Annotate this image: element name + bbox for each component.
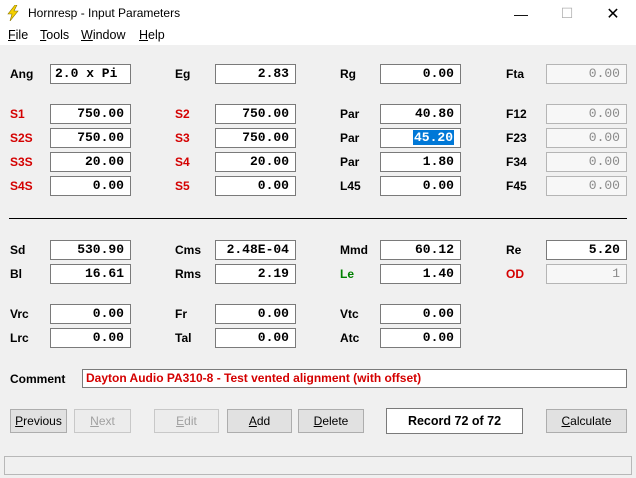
label-re: Re — [506, 243, 522, 257]
menu-bar: File Tools Window Help — [0, 27, 636, 45]
label-lrc: Lrc — [10, 331, 29, 345]
menu-help[interactable]: Help — [139, 28, 165, 42]
label-od: OD — [506, 267, 524, 281]
label-s5: S5 — [175, 179, 190, 193]
label-mmd: Mmd — [340, 243, 368, 257]
status-bar — [4, 456, 632, 475]
par3-field[interactable]: 1.80 — [380, 152, 461, 172]
par2-selected-text: 45.20 — [412, 130, 454, 145]
label-par-3: Par — [340, 155, 360, 169]
label-s3: S3 — [175, 131, 190, 145]
l45-field[interactable]: 0.00 — [380, 176, 461, 196]
f23-field: 0.00 — [546, 128, 627, 148]
s3s-field[interactable]: 20.00 — [50, 152, 131, 172]
label-f34: F34 — [506, 155, 527, 169]
ang-field[interactable]: 2.0 x Pi — [50, 64, 131, 84]
bl-field[interactable]: 16.61 — [50, 264, 131, 284]
window-title: Hornresp - Input Parameters — [28, 6, 181, 20]
od-field[interactable]: 1 — [546, 264, 627, 284]
label-s3s: S3S — [10, 155, 33, 169]
label-rms: Rms — [175, 267, 202, 281]
calculate-button[interactable]: Calculate — [546, 409, 627, 433]
previous-button[interactable]: Previous — [10, 409, 67, 433]
label-rg: Rg — [340, 67, 356, 81]
record-indicator: Record 72 of 72 — [386, 408, 523, 434]
next-button-label: Next — [90, 414, 115, 428]
label-fr: Fr — [175, 307, 187, 321]
label-sd: Sd — [10, 243, 26, 257]
label-s2: S2 — [175, 107, 190, 121]
comment-field[interactable]: Dayton Audio PA310-8 - Test vented align… — [82, 369, 627, 388]
s4s-field[interactable]: 0.00 — [50, 176, 131, 196]
mmd-field[interactable]: 60.12 — [380, 240, 461, 260]
s1-field[interactable]: 750.00 — [50, 104, 131, 124]
f34-field: 0.00 — [546, 152, 627, 172]
s2-field[interactable]: 750.00 — [215, 104, 296, 124]
fta-field: 0.00 — [546, 64, 627, 84]
maximize-button[interactable]: ☐ — [544, 0, 590, 27]
title-bar: Hornresp - Input Parameters — ☐ ✕ — [0, 0, 636, 27]
next-button: Next — [74, 409, 131, 433]
label-s2s: S2S — [10, 131, 33, 145]
tal-field[interactable]: 0.00 — [215, 328, 296, 348]
edit-button-label: Edit — [176, 414, 197, 428]
cms-field[interactable]: 2.48E-04 — [215, 240, 296, 260]
vtc-field[interactable]: 0.00 — [380, 304, 461, 324]
f12-field: 0.00 — [546, 104, 627, 124]
label-bl: Bl — [10, 267, 22, 281]
s3-field[interactable]: 750.00 — [215, 128, 296, 148]
edit-button: Edit — [154, 409, 219, 433]
par1-field[interactable]: 40.80 — [380, 104, 461, 124]
label-s1: S1 — [10, 107, 25, 121]
le-field[interactable]: 1.40 — [380, 264, 461, 284]
menu-file[interactable]: File — [8, 28, 28, 42]
section-divider — [9, 218, 627, 219]
label-l45: L45 — [340, 179, 361, 193]
lrc-field[interactable]: 0.00 — [50, 328, 131, 348]
label-atc: Atc — [340, 331, 360, 345]
eg-field[interactable]: 2.83 — [215, 64, 296, 84]
label-par-2: Par — [340, 131, 360, 145]
previous-button-label: Previous — [15, 414, 62, 428]
label-s4: S4 — [175, 155, 190, 169]
label-vtc: Vtc — [340, 307, 359, 321]
rg-field[interactable]: 0.00 — [380, 64, 461, 84]
delete-button-label: Delete — [313, 414, 349, 428]
par2-field[interactable]: 45.20 — [380, 128, 461, 148]
s2s-field[interactable]: 750.00 — [50, 128, 131, 148]
atc-field[interactable]: 0.00 — [380, 328, 461, 348]
fr-field[interactable]: 0.00 — [215, 304, 296, 324]
label-f45: F45 — [506, 179, 527, 193]
calculate-button-label: Calculate — [561, 414, 612, 428]
delete-button[interactable]: Delete — [298, 409, 364, 433]
sd-field[interactable]: 530.90 — [50, 240, 131, 260]
f45-field: 0.00 — [546, 176, 627, 196]
add-button[interactable]: Add — [227, 409, 292, 433]
vrc-field[interactable]: 0.00 — [50, 304, 131, 324]
label-fta: Fta — [506, 67, 524, 81]
label-f12: F12 — [506, 107, 527, 121]
label-vrc: Vrc — [10, 307, 29, 321]
menu-tools[interactable]: Tools — [40, 28, 69, 42]
label-ang: Ang — [10, 67, 34, 81]
label-s4s: S4S — [10, 179, 33, 193]
label-tal: Tal — [175, 331, 192, 345]
re-field[interactable]: 5.20 — [546, 240, 627, 260]
rms-field[interactable]: 2.19 — [215, 264, 296, 284]
close-button[interactable]: ✕ — [590, 0, 636, 27]
label-par-1: Par — [340, 107, 360, 121]
minimize-button[interactable]: — — [498, 0, 544, 27]
label-le: Le — [340, 267, 355, 281]
lightning-bolt-icon — [7, 5, 19, 21]
add-button-label: Add — [248, 414, 271, 428]
menu-window[interactable]: Window — [81, 28, 125, 42]
label-f23: F23 — [506, 131, 527, 145]
s4-field[interactable]: 20.00 — [215, 152, 296, 172]
label-eg: Eg — [175, 67, 191, 81]
label-comment: Comment — [10, 372, 66, 386]
s5-field[interactable]: 0.00 — [215, 176, 296, 196]
label-cms: Cms — [175, 243, 202, 257]
